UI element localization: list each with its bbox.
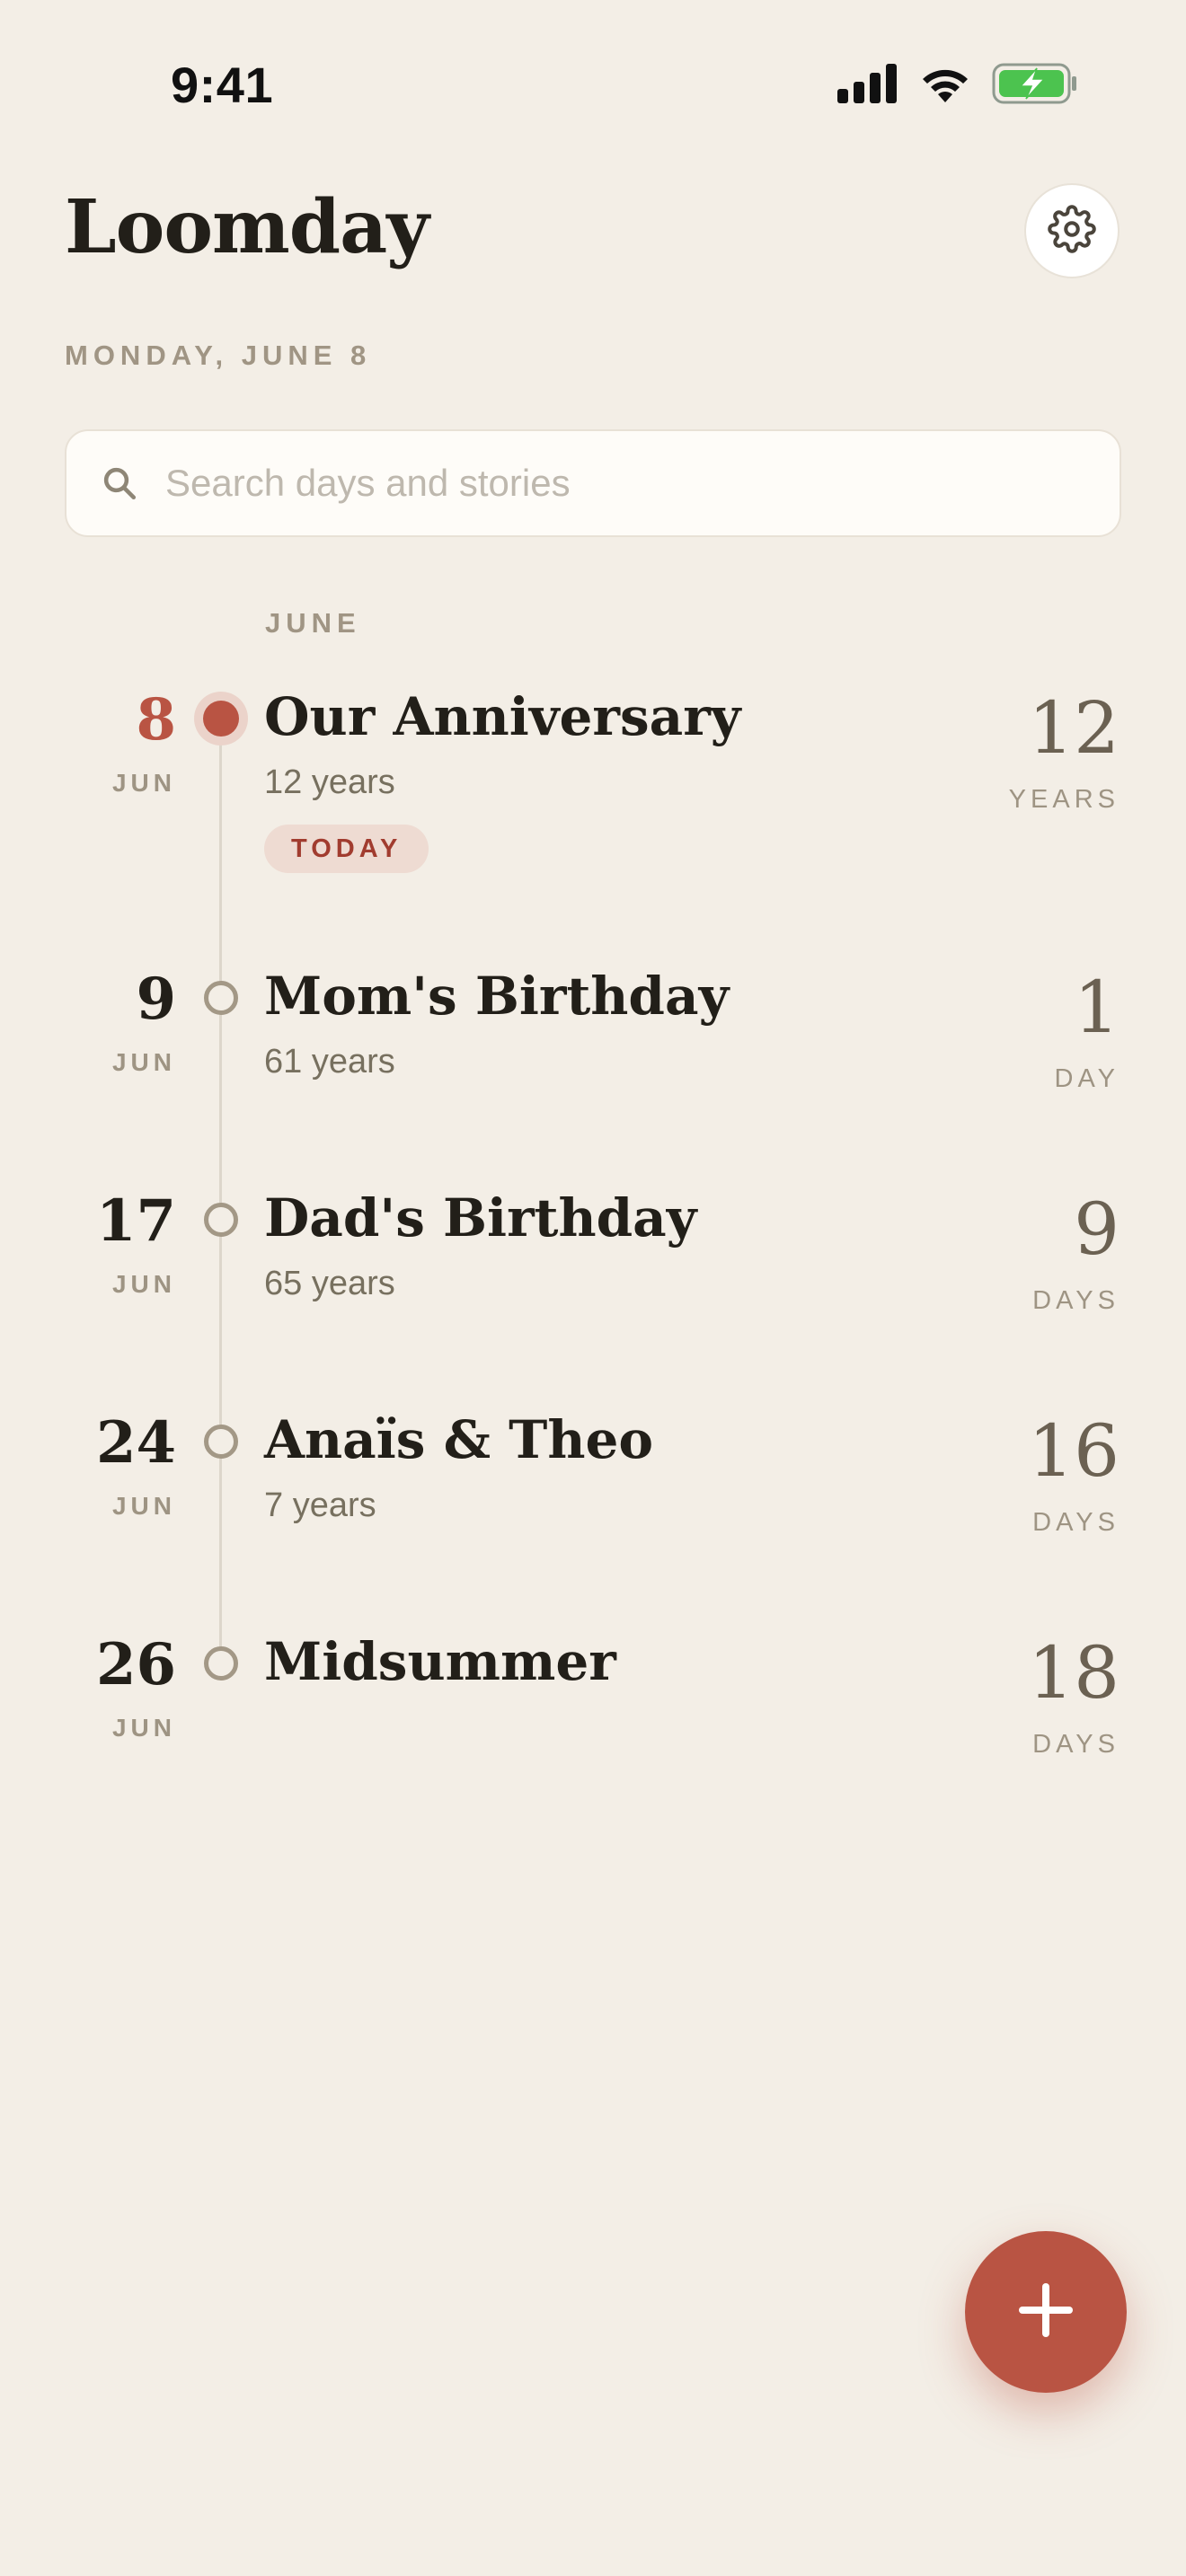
event-day: 9 (136, 966, 176, 1033)
event-item[interactable]: 24 JUN Anaïs & Theo 7 years 16 DAYS (0, 1409, 1186, 1589)
status-time: 9:41 (171, 57, 274, 113)
countdown-unit: DAYS (1032, 1508, 1120, 1537)
settings-button[interactable] (1024, 183, 1120, 278)
timeline-dot (204, 981, 238, 1015)
wifi-icon (918, 63, 972, 109)
event-day: 26 (95, 1631, 176, 1698)
event-month: JUN (111, 1714, 176, 1742)
search-icon (101, 463, 140, 503)
countdown-unit: DAYS (1032, 1730, 1120, 1759)
cellular-signal-icon (837, 64, 898, 108)
event-title: Dad's Birthday (264, 1187, 697, 1248)
event-item[interactable]: 9 JUN Mom's Birthday 61 years 1 DAY (0, 966, 1186, 1145)
timeline-dot (204, 1203, 238, 1237)
battery-charging-icon (992, 63, 1078, 109)
search-bar[interactable] (65, 429, 1121, 537)
countdown-unit: YEARS (1008, 785, 1120, 814)
event-subtitle: 61 years (264, 1043, 395, 1081)
countdown-value: 9 (1074, 1187, 1120, 1271)
event-day: 17 (95, 1187, 176, 1255)
countdown-value: 18 (1028, 1631, 1120, 1715)
countdown-value: 1 (1074, 966, 1120, 1049)
app-title: Loomday (65, 184, 429, 270)
plus-icon (1017, 2281, 1075, 2343)
month-header: JUNE (265, 607, 361, 639)
countdown-value: 12 (1028, 686, 1120, 770)
event-item[interactable]: 8 JUN Our Anniversary 12 years TODAY 12 … (0, 686, 1186, 873)
status-icons (837, 63, 1078, 109)
timeline-dot (204, 1425, 238, 1459)
event-subtitle: 7 years (264, 1486, 376, 1524)
event-month: JUN (111, 1492, 176, 1520)
event-title: Mom's Birthday (264, 966, 730, 1027)
event-day: 8 (136, 686, 176, 754)
countdown-value: 16 (1028, 1409, 1120, 1493)
event-month: JUN (111, 1048, 176, 1076)
event-month: JUN (111, 769, 176, 797)
event-day: 24 (95, 1409, 176, 1477)
timeline-dot-today (194, 692, 248, 745)
event-subtitle: 12 years (264, 763, 395, 801)
today-badge: TODAY (264, 825, 429, 873)
event-item[interactable]: 17 JUN Dad's Birthday 65 years 9 DAYS (0, 1187, 1186, 1367)
event-title: Anaïs & Theo (264, 1409, 654, 1470)
gear-icon (1048, 204, 1096, 258)
add-event-button[interactable] (965, 2231, 1127, 2393)
search-input[interactable] (164, 461, 1066, 506)
countdown-unit: DAY (1054, 1064, 1120, 1093)
event-title: Our Anniversary (264, 686, 741, 747)
event-subtitle: 65 years (264, 1265, 395, 1302)
countdown-unit: DAYS (1032, 1286, 1120, 1315)
current-date: MONDAY, JUNE 8 (65, 340, 372, 371)
event-month: JUN (111, 1270, 176, 1298)
event-item[interactable]: 26 JUN Midsummer 18 DAYS (0, 1631, 1186, 1811)
event-title: Midsummer (264, 1631, 616, 1692)
timeline-dot (204, 1646, 238, 1681)
